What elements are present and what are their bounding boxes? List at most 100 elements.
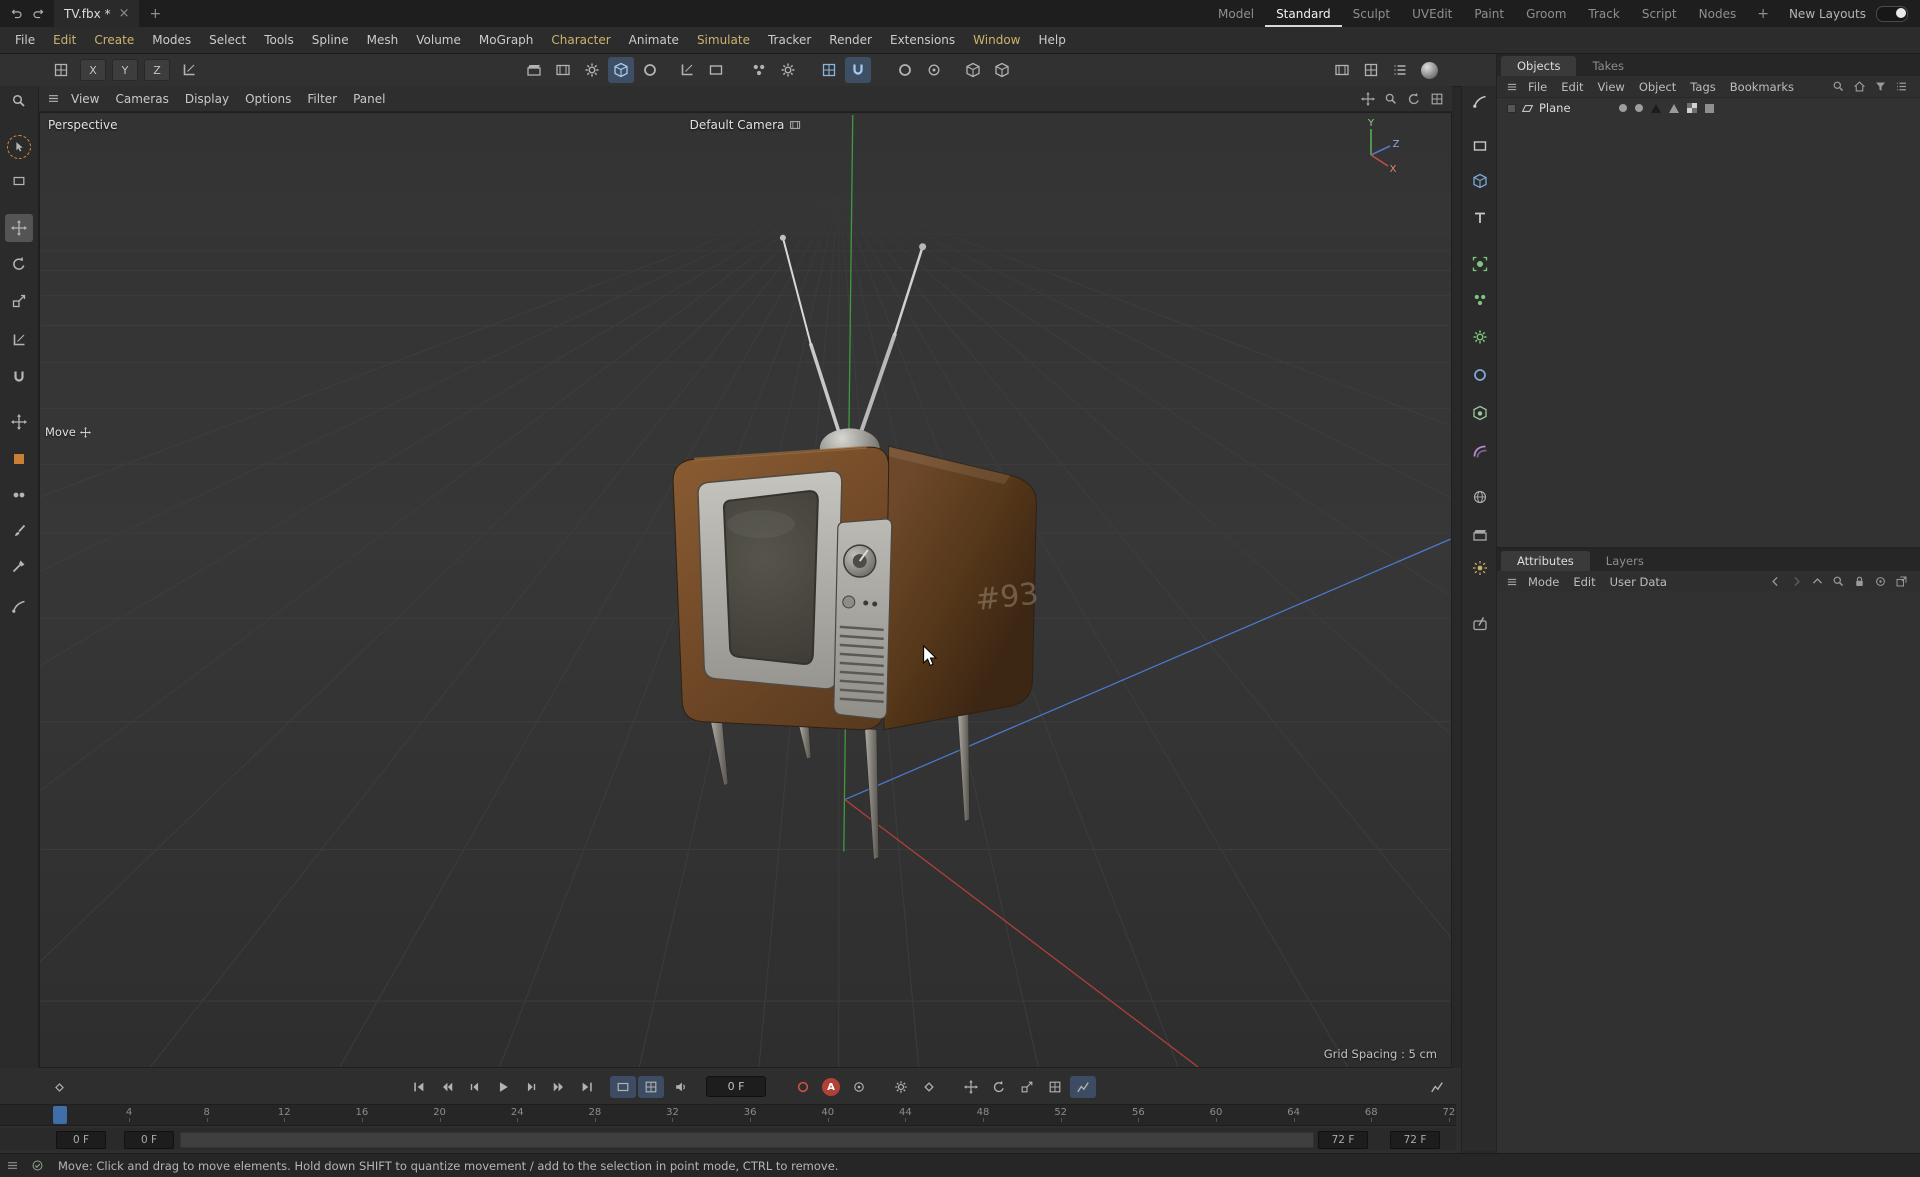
- viewport-menu-item[interactable]: Options: [237, 92, 299, 106]
- menu-item[interactable]: Volume: [407, 33, 470, 47]
- generator-icon[interactable]: [1467, 251, 1493, 277]
- enable-snap-button[interactable]: [816, 57, 842, 83]
- menu-item[interactable]: Tracker: [759, 33, 820, 47]
- normals-tag-icon[interactable]: [1651, 103, 1661, 113]
- simulate-button[interactable]: [892, 57, 918, 83]
- render-settings-button[interactable]: [579, 57, 605, 83]
- layout-tab[interactable]: Nodes: [1688, 0, 1748, 27]
- uvw-tag-icon[interactable]: [1687, 103, 1697, 113]
- menu-item[interactable]: Create: [85, 33, 143, 47]
- snap-tool[interactable]: [5, 363, 33, 391]
- objects-menu-item[interactable]: File: [1521, 80, 1554, 94]
- knife-tool[interactable]: [5, 552, 33, 580]
- lock-icon[interactable]: [1853, 575, 1866, 588]
- objects-menu-item[interactable]: View: [1591, 80, 1632, 94]
- live-selection-tool[interactable]: [5, 133, 33, 161]
- record-rotation-button[interactable]: [986, 1076, 1012, 1098]
- timeline-window-button[interactable]: [1387, 57, 1413, 83]
- picture-viewer-button[interactable]: [1329, 57, 1355, 83]
- environment-icon[interactable]: [1467, 484, 1493, 510]
- text-object-icon[interactable]: [1467, 205, 1493, 231]
- axis-gizmo[interactable]: Y Z X: [1345, 117, 1401, 173]
- goto-end-button[interactable]: [574, 1076, 600, 1098]
- viewport-canvas[interactable]: #93 Perspective Default Camera Move Grid…: [39, 112, 1452, 1068]
- layout-tab[interactable]: Model: [1207, 0, 1265, 27]
- range-slider[interactable]: [180, 1132, 1314, 1148]
- lock-x-axis-button[interactable]: X: [80, 59, 106, 81]
- history-back-icon[interactable]: [1769, 575, 1782, 588]
- close-tab-icon[interactable]: ×: [119, 6, 130, 21]
- next-key-button[interactable]: [546, 1076, 572, 1098]
- objects-menu-item[interactable]: Edit: [1554, 80, 1590, 94]
- coordinate-system-button[interactable]: [48, 57, 74, 83]
- objects-menu-item[interactable]: Tags: [1683, 80, 1722, 94]
- deformer-bend-icon[interactable]: [1467, 438, 1493, 464]
- menu-item[interactable]: Tools: [255, 33, 303, 47]
- menu-item[interactable]: Extensions: [881, 33, 964, 47]
- workplane-grid-button[interactable]: [703, 57, 729, 83]
- menu-item[interactable]: Character: [542, 33, 619, 47]
- keying-settings-button[interactable]: [888, 1076, 914, 1098]
- stage-icon[interactable]: [1467, 522, 1493, 548]
- layout-tab[interactable]: Standard: [1265, 0, 1342, 27]
- parent-icon[interactable]: [1811, 575, 1824, 588]
- search-icon[interactable]: [1832, 80, 1845, 93]
- undo-icon[interactable]: [6, 4, 26, 24]
- modeling-settings-button[interactable]: [746, 57, 772, 83]
- lock-z-axis-button[interactable]: Z: [144, 59, 170, 81]
- camera-select-icon[interactable]: [789, 119, 801, 131]
- history-forward-icon[interactable]: [1790, 575, 1803, 588]
- content-browser-button[interactable]: [989, 57, 1015, 83]
- menu-item[interactable]: Window: [964, 33, 1029, 47]
- menu-item[interactable]: Help: [1030, 33, 1075, 47]
- prev-key-button[interactable]: [434, 1076, 460, 1098]
- axis-modification-tool[interactable]: [5, 408, 33, 436]
- autokey-button[interactable]: A: [818, 1076, 844, 1098]
- camera-label[interactable]: Default Camera: [690, 118, 802, 132]
- material-manager-button[interactable]: [1358, 57, 1384, 83]
- volume-icon[interactable]: [1467, 400, 1493, 426]
- primitive-cube-icon[interactable]: [1467, 168, 1493, 194]
- keyframe-selection-button[interactable]: [846, 1076, 872, 1098]
- field-icon[interactable]: [1467, 362, 1493, 388]
- objects-menu-item[interactable]: Object: [1632, 80, 1683, 94]
- spline-smooth-tool[interactable]: [5, 592, 33, 620]
- layout-tab[interactable]: Track: [1577, 0, 1630, 27]
- home-icon[interactable]: [1853, 80, 1866, 93]
- attributes-menu-item[interactable]: User Data: [1603, 575, 1674, 589]
- coordinate-tool[interactable]: [5, 326, 33, 354]
- menu-item[interactable]: Mesh: [358, 33, 408, 47]
- goto-start-button[interactable]: [406, 1076, 432, 1098]
- attr-search-icon[interactable]: [1832, 575, 1845, 588]
- attributes-menu-icon[interactable]: [1503, 573, 1521, 591]
- menu-item[interactable]: Render: [820, 33, 881, 47]
- key-diamond-icon[interactable]: [46, 1076, 72, 1098]
- dolly-view-icon[interactable]: [1384, 92, 1398, 106]
- attributes-menu-item[interactable]: Edit: [1566, 575, 1602, 589]
- redo-icon[interactable]: [28, 4, 48, 24]
- tool-settings-button[interactable]: [775, 57, 801, 83]
- range-start-field[interactable]: 0 F: [124, 1131, 174, 1149]
- material-tag-icon[interactable]: [1705, 103, 1714, 113]
- tab-layers[interactable]: Layers: [1590, 551, 1660, 571]
- timeline-ruler[interactable]: 4 8 12 16 20 24 28 32 36 40 44 48 52 56 60 64 68 72: [0, 1104, 1456, 1126]
- workplane-button[interactable]: [176, 57, 202, 83]
- editor-visibility-dot[interactable]: [1619, 104, 1627, 112]
- menu-item[interactable]: Edit: [44, 33, 85, 47]
- range-min-field[interactable]: 0 F: [56, 1131, 106, 1149]
- zoom-tool[interactable]: [5, 87, 33, 115]
- viewport-menu-item[interactable]: Panel: [345, 92, 393, 106]
- symmetry-tool[interactable]: [5, 481, 33, 509]
- new-layouts-toggle[interactable]: [1876, 5, 1908, 22]
- simulation-gear-icon[interactable]: [1467, 324, 1493, 350]
- attributes-menu-item[interactable]: Mode: [1521, 575, 1566, 589]
- sound-button[interactable]: [668, 1076, 694, 1098]
- tab-objects[interactable]: Objects: [1501, 56, 1577, 76]
- next-frame-button[interactable]: [518, 1076, 544, 1098]
- record-button[interactable]: [790, 1076, 816, 1098]
- record-pla-button[interactable]: [1070, 1076, 1096, 1098]
- tab-attributes[interactable]: Attributes: [1501, 551, 1590, 571]
- light-icon[interactable]: [1467, 555, 1493, 581]
- menu-item[interactable]: MoGraph: [470, 33, 543, 47]
- layout-tab[interactable]: Groom: [1515, 0, 1577, 27]
